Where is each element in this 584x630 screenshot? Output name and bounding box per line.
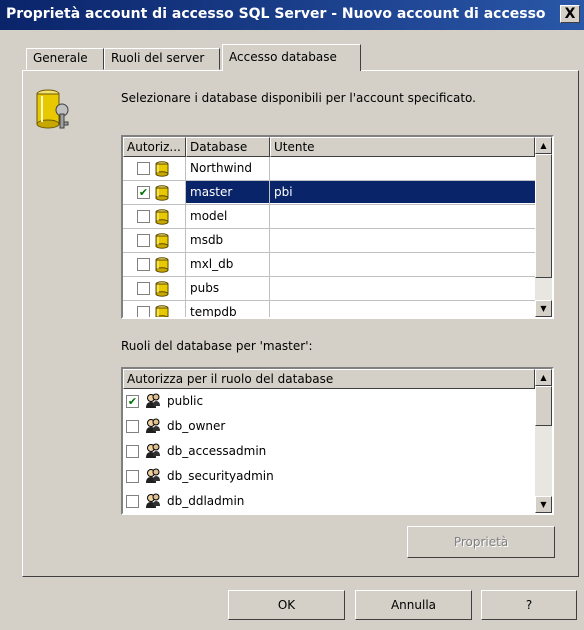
database-user <box>270 205 535 227</box>
database-row[interactable]: ✔ master pbi <box>123 181 535 205</box>
role-name: db_owner <box>167 419 226 433</box>
database-row[interactable]: msdb <box>123 229 535 253</box>
role-row[interactable]: db_accessadmin <box>123 439 535 464</box>
close-button[interactable]: X <box>560 5 580 23</box>
database-icon <box>155 233 169 249</box>
database-checkbox[interactable] <box>137 306 150 317</box>
database-access-icon <box>36 89 69 129</box>
roles-scroll-down-button[interactable]: ▼ <box>535 496 552 513</box>
role-name: public <box>167 394 204 408</box>
role-name: db_ddladmin <box>167 494 245 508</box>
database-user <box>270 277 535 299</box>
role-checkbox[interactable] <box>126 445 139 458</box>
scroll-thumb[interactable] <box>535 154 552 278</box>
database-user <box>270 253 535 275</box>
role-name: db_accessadmin <box>167 444 267 458</box>
database-icon <box>155 257 169 273</box>
column-gridline <box>185 301 186 317</box>
role-row[interactable]: db_securityadmin <box>123 464 535 489</box>
role-checkbox[interactable] <box>126 495 139 508</box>
database-user <box>270 301 535 317</box>
role-checkbox[interactable] <box>126 420 139 433</box>
database-name: msdb <box>190 233 224 247</box>
database-role-icon <box>146 393 160 408</box>
column-header-autorizza[interactable]: Autoriz... <box>123 137 186 157</box>
instruction-text: Selezionare i database disponibili per l… <box>121 91 476 105</box>
column-header-roles[interactable]: Autorizza per il ruolo del database <box>123 369 535 389</box>
cancel-button[interactable]: Annulla <box>355 590 472 620</box>
database-list-scrollbar[interactable]: ▲ ▼ <box>535 137 552 317</box>
roles-label: Ruoli del database per 'master': <box>121 339 313 353</box>
column-gridline <box>185 181 186 205</box>
column-gridline <box>269 157 270 181</box>
column-gridline <box>185 157 186 181</box>
help-button[interactable]: ? <box>481 590 577 620</box>
database-role-icon <box>146 418 160 433</box>
database-icon <box>155 281 169 297</box>
column-gridline <box>185 277 186 301</box>
database-checkbox[interactable]: ✔ <box>137 186 150 199</box>
column-gridline <box>185 253 186 277</box>
tab-generale[interactable]: Generale <box>26 48 104 70</box>
tab-panel: Selezionare i database disponibili per l… <box>22 70 579 577</box>
database-icon <box>155 305 169 317</box>
database-name: tempdb <box>190 305 237 319</box>
database-role-icon <box>146 443 160 458</box>
roles-list[interactable]: Autorizza per il ruolo del database ✔ pub… <box>121 367 554 515</box>
database-role-icon <box>146 468 160 483</box>
column-gridline <box>269 181 270 205</box>
role-checkbox[interactable] <box>126 470 139 483</box>
role-row[interactable]: ✔ public <box>123 389 535 414</box>
ok-button[interactable]: OK <box>228 590 345 620</box>
database-icon <box>155 161 169 177</box>
title-bar: Proprietà account di accesso SQL Server … <box>0 0 584 30</box>
role-row[interactable]: db_ddladmin <box>123 489 535 513</box>
role-name: db_securityadmin <box>167 469 274 483</box>
database-name: master <box>186 181 270 203</box>
database-checkbox[interactable] <box>137 258 150 271</box>
scroll-down-button[interactable]: ▼ <box>535 300 552 317</box>
database-row[interactable]: pubs <box>123 277 535 301</box>
column-header-utente[interactable]: Utente <box>270 137 535 157</box>
roles-scroll-thumb[interactable] <box>535 386 552 426</box>
column-gridline <box>269 229 270 253</box>
database-checkbox[interactable] <box>137 210 150 223</box>
window-title: Proprietà account di accesso SQL Server … <box>6 6 546 22</box>
roles-list-scrollbar[interactable]: ▲ ▼ <box>535 369 552 513</box>
column-gridline <box>185 205 186 229</box>
database-name: mxl_db <box>190 257 234 271</box>
column-gridline <box>269 301 270 317</box>
tab-ruoli-del-server[interactable]: Ruoli del server <box>104 48 220 70</box>
column-gridline <box>269 205 270 229</box>
database-list[interactable]: Autoriz... Database Utente Northwind ✔ mas… <box>121 135 554 319</box>
database-user <box>270 229 535 251</box>
column-header-database[interactable]: Database <box>186 137 270 157</box>
database-name: pubs <box>190 281 220 295</box>
roles-scroll-up-button[interactable]: ▲ <box>535 369 552 386</box>
database-name: Northwind <box>190 161 252 175</box>
database-row[interactable]: tempdb <box>123 301 535 319</box>
database-user <box>270 157 535 179</box>
column-gridline <box>185 229 186 253</box>
database-icon <box>155 185 169 201</box>
role-checkbox[interactable]: ✔ <box>126 395 139 408</box>
database-checkbox[interactable] <box>137 162 150 175</box>
database-checkbox[interactable] <box>137 234 150 247</box>
database-row[interactable]: Northwind <box>123 157 535 181</box>
column-gridline <box>269 253 270 277</box>
database-row[interactable]: mxl_db <box>123 253 535 277</box>
database-checkbox[interactable] <box>137 282 150 295</box>
database-role-icon <box>146 493 160 508</box>
database-user: pbi <box>270 181 535 203</box>
properties-button[interactable]: Proprietà <box>407 526 555 558</box>
database-icon <box>155 209 169 225</box>
scroll-up-button[interactable]: ▲ <box>535 137 552 154</box>
role-row[interactable]: db_owner <box>123 414 535 439</box>
database-row[interactable]: model <box>123 205 535 229</box>
tab-accesso-database[interactable]: Accesso database <box>222 44 361 71</box>
database-name: model <box>190 209 228 223</box>
column-gridline <box>269 277 270 301</box>
